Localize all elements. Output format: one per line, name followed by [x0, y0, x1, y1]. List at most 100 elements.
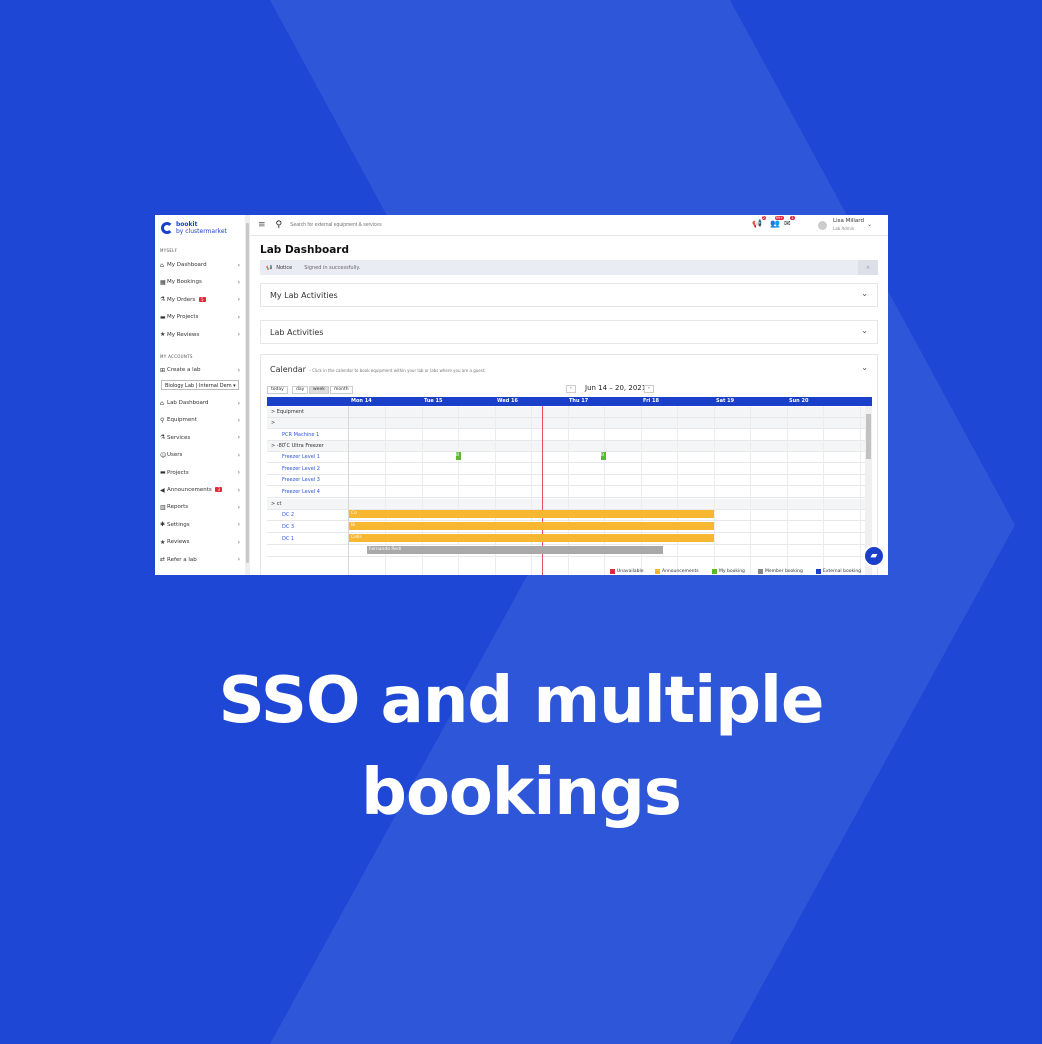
announcement-bell-icon[interactable]: 📢 2 [752, 216, 766, 228]
panel-lab-activities[interactable]: Lab Activities ⌄ [260, 320, 878, 344]
announcement-event[interactable]: Co [349, 510, 714, 518]
sidebar-item-label: Refer a lab [167, 556, 197, 563]
sidebar-scrollbar-thumb[interactable] [246, 223, 249, 563]
booking-event[interactable]: B [456, 452, 461, 460]
day-view-button[interactable]: day [292, 386, 309, 394]
announcement-event[interactable]: Cells [349, 534, 714, 542]
search-input[interactable] [288, 221, 593, 229]
mail-icon[interactable]: ✉ 1 [784, 216, 795, 228]
sidebar-item-my-orders[interactable]: ⚗ My Orders 5 › [160, 295, 240, 305]
chevron-down-icon[interactable]: ⌄ [861, 326, 868, 335]
grid-line [714, 406, 715, 575]
chevron-right-icon: › [237, 399, 240, 407]
sidebar-item-users[interactable]: ☺ Users › [160, 450, 240, 460]
chevron-right-icon: › [237, 331, 240, 339]
chart-icon: ▥ [160, 503, 166, 511]
sidebar-item-lab-dashboard[interactable]: ⌂ Lab Dashboard › [160, 398, 240, 408]
event-label: Fernando Redi [369, 547, 402, 552]
count-badge: 5 [199, 296, 206, 302]
sidebar-item-label: Lab Dashboard [167, 400, 209, 406]
resource-group-row[interactable]: > ct [267, 499, 865, 510]
chevron-down-icon[interactable]: ⌄ [861, 363, 868, 372]
sidebar-item-announcements[interactable]: ◀ Announcements 3 › [160, 485, 240, 495]
event-label: Cells [351, 535, 362, 540]
sidebar-item-projects[interactable]: ▬ Projects › [160, 468, 240, 478]
resource-label[interactable]: > [271, 420, 275, 426]
today-button[interactable]: today [267, 386, 288, 394]
home-icon: ⌂ [160, 399, 164, 407]
sidebar-item-my-projects[interactable]: ▬ My Projects › [160, 312, 240, 322]
announcement-event[interactable]: Bi [349, 522, 714, 530]
app-logo[interactable]: bookit by clustermarket [161, 219, 227, 237]
users-notification-icon[interactable]: 👥 99+ [770, 216, 784, 228]
next-week-button[interactable]: › [644, 385, 654, 393]
resource-label[interactable]: PCR Machine 1 [282, 432, 319, 438]
day-header: Fri 18 [643, 398, 659, 404]
resource-label[interactable]: > -80 ̊C Ultra Freezer [271, 443, 324, 449]
sidebar-item-label: Services [167, 434, 191, 441]
sidebar-item-my-dashboard[interactable]: ⌂ My Dashboard › [160, 260, 240, 270]
legend-item: Member booking [758, 569, 803, 574]
resource-group-row[interactable]: > Equipment [267, 407, 865, 418]
booking-event[interactable]: B [601, 452, 606, 460]
resource-row[interactable]: PCR Machine 1 [267, 430, 865, 441]
week-view-button[interactable]: week [309, 386, 329, 394]
sidebar-item-my-reviews[interactable]: ★ My Reviews › [160, 330, 240, 340]
chat-button[interactable]: ▰ [863, 545, 885, 567]
sidebar-item-services[interactable]: ⚗ Services › [160, 433, 240, 443]
sidebar-section-myself: MYSELF [160, 248, 178, 253]
chevron-right-icon: › [237, 416, 240, 424]
chevron-down-icon[interactable]: ⌄ [861, 289, 868, 298]
count-badge: 3 [215, 487, 223, 492]
resource-label[interactable]: Freezer Level 1 [282, 454, 320, 460]
resource-label[interactable]: DC 3 [282, 524, 294, 530]
prev-week-button[interactable]: ‹ [566, 385, 576, 393]
resource-label[interactable]: Freezer Level 2 [282, 466, 320, 472]
event-label: B [601, 453, 605, 458]
resource-label[interactable]: Freezer Level 3 [282, 477, 320, 483]
legend-label: Unavailable [617, 569, 644, 574]
panel-my-lab-activities[interactable]: My Lab Activities ⌄ [260, 283, 878, 307]
resource-label[interactable]: DC 2 [282, 512, 294, 518]
member-booking-event[interactable]: Fernando Redi [367, 546, 663, 554]
legend-swatch [712, 569, 717, 574]
calendar-grid[interactable]: Mon 14 Tue 15 Wed 16 Thu 17 Fri 18 Sat 19 Sun … [267, 397, 872, 575]
notice-bar: 📢 Notice Signed in successfully. × [260, 260, 878, 275]
resource-row[interactable]: Freezer Level 1 [267, 452, 865, 463]
resource-label[interactable]: DC 1 [282, 536, 294, 542]
chevron-right-icon: › [237, 261, 240, 269]
page-title: Lab Dashboard [260, 244, 349, 256]
sidebar-item-settings[interactable]: ✱ Settings › [160, 520, 240, 530]
resource-group-row[interactable]: > [267, 418, 865, 429]
sidebar-item-create-lab[interactable]: ⊞ Create a lab › [160, 365, 240, 375]
resource-row[interactable]: Freezer Level 2 [267, 464, 865, 475]
close-icon[interactable]: × [858, 260, 878, 275]
sidebar-item-my-bookings[interactable]: ▦ My Bookings › [160, 277, 240, 287]
lab-select-value: Biology Lab | Internal Dem [165, 383, 232, 389]
sidebar-item-equipment[interactable]: ⚲ Equipment › [160, 415, 240, 425]
users-count: 99+ [774, 216, 784, 220]
avatar[interactable] [818, 221, 827, 230]
sidebar-item-reports[interactable]: ▥ Reports › [160, 502, 240, 512]
sidebar-item-reviews[interactable]: ★ Reviews › [160, 537, 240, 547]
month-view-button[interactable]: month [330, 386, 353, 394]
chevron-right-icon: › [237, 366, 240, 374]
search-icon[interactable]: ⚲ [276, 220, 283, 230]
day-header: Thu 17 [569, 398, 589, 404]
resource-group-row[interactable]: > -80 ̊C Ultra Freezer [267, 441, 865, 452]
resource-row[interactable]: Freezer Level 3 [267, 475, 865, 486]
chevron-left-icon: ‹ [570, 386, 572, 391]
sidebar-item-refer-a-lab[interactable]: ⇄ Refer a lab › [160, 555, 240, 565]
resource-row[interactable]: Freezer Level 4 [267, 487, 865, 498]
menu-icon[interactable]: ≡ [258, 220, 266, 230]
resource-label[interactable]: > ct [271, 501, 282, 507]
user-name[interactable]: Lisa Millard [833, 218, 864, 224]
sidebar-scrollbar[interactable] [245, 215, 250, 575]
chevron-down-icon[interactable]: ⌄ [867, 221, 872, 228]
gear-icon: ✱ [160, 521, 166, 529]
lab-select[interactable]: Biology Lab | Internal Dem ▾ [161, 380, 239, 390]
resource-label[interactable]: Freezer Level 4 [282, 489, 320, 495]
calendar-scrollbar-thumb[interactable] [866, 414, 871, 459]
resource-label[interactable]: > Equipment [271, 409, 304, 415]
sidebar-item-label: Create a lab [167, 367, 201, 373]
